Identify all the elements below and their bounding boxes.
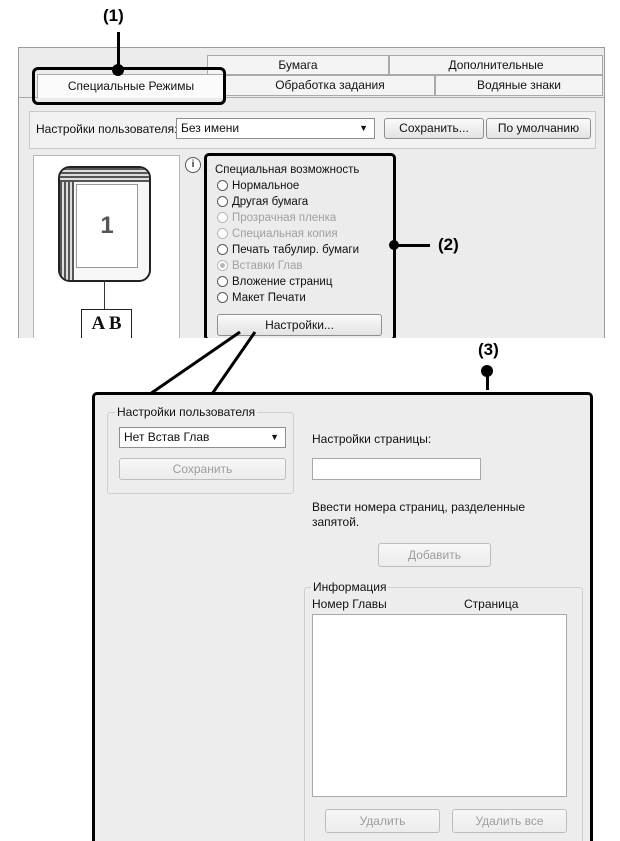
user-settings-select[interactable]: Без имени ▼	[176, 118, 375, 139]
tab-paper[interactable]: Бумага	[207, 55, 389, 75]
tab-advanced[interactable]: Дополнительные	[389, 55, 603, 75]
delete-button[interactable]: Удалить	[325, 809, 440, 833]
radio-tab-paper[interactable]: Печать табулир. бумаги	[217, 242, 359, 258]
page-settings-label: Настройки страницы:	[312, 432, 432, 446]
radio-special-copy: Специальная копия	[217, 226, 338, 242]
radio-print-layout[interactable]: Макет Печати	[217, 290, 306, 306]
default-button[interactable]: По умолчанию	[486, 118, 591, 139]
radio-indicator	[217, 244, 228, 255]
radio-label: Специальная копия	[232, 228, 338, 240]
radio-indicator	[217, 196, 228, 207]
delete-all-button[interactable]: Удалить все	[452, 809, 567, 833]
radio-label: Макет Печати	[232, 292, 306, 304]
book-letters: A B	[91, 313, 122, 334]
zoom-line-right	[210, 331, 257, 395]
front-page: 1	[76, 184, 138, 268]
radio-other-paper[interactable]: Другая бумага	[217, 194, 308, 210]
user-settings-select-value: Без имени	[181, 121, 240, 135]
zoom-line-left	[149, 330, 241, 396]
callout-label-3: (3)	[478, 340, 499, 359]
callout-dot-3	[481, 365, 493, 377]
tab-highlight-frame	[32, 67, 226, 105]
column-page: Страница	[464, 597, 519, 611]
radio-chapter-inserts: Вставки Глав	[217, 258, 303, 274]
radio-label: Нормальное	[232, 180, 300, 192]
radio-label: Вложение страниц	[232, 276, 333, 288]
user-settings-group-title: Настройки пользователя	[115, 405, 258, 419]
radio-indicator	[217, 276, 228, 287]
add-button[interactable]: Добавить	[378, 543, 491, 567]
special-feature-title: Специальная возможность	[215, 164, 360, 176]
radio-label: Печать табулир. бумаги	[232, 244, 360, 256]
radio-page-interleave[interactable]: Вложение страниц	[217, 274, 332, 290]
radio-normal[interactable]: Нормальное	[217, 178, 299, 194]
chevron-down-icon: ▼	[359, 123, 368, 133]
radio-label: Вставки Глав	[232, 260, 303, 272]
chapter-list[interactable]	[312, 614, 567, 797]
special-feature-group: Специальная возможность Нормальное Друга…	[204, 153, 396, 338]
connector-line	[104, 280, 105, 310]
user-settings-group	[107, 412, 294, 494]
chapter-preset-select[interactable]: Нет Встав Глав ▼	[119, 427, 286, 448]
tab-job-handling[interactable]: Обработка задания	[225, 75, 435, 96]
book-icon: A B	[81, 309, 132, 338]
callout-dot-2	[389, 240, 399, 250]
radio-transparency: Прозрачная пленка	[217, 210, 336, 226]
preview-panel: 1 A B	[33, 155, 180, 338]
callout-leader-2	[394, 244, 430, 247]
user-settings-label: Настройки пользователя:	[36, 122, 178, 136]
page-numbers-hint: Ввести номера страниц, разделенные запят…	[312, 500, 526, 529]
tab-watermarks[interactable]: Водяные знаки	[435, 75, 603, 96]
info-icon[interactable]: i	[185, 157, 201, 173]
save-button[interactable]: Сохранить...	[384, 118, 484, 139]
page-shadow-top	[60, 168, 149, 182]
radio-indicator	[217, 212, 228, 223]
chapter-save-button[interactable]: Сохранить	[119, 458, 286, 480]
information-title: Информация	[311, 580, 389, 594]
special-feature-list: Нормальное Другая бумага Прозрачная плен…	[217, 178, 387, 308]
radio-label: Прозрачная пленка	[232, 212, 337, 224]
radio-indicator	[217, 228, 228, 239]
settings-button[interactable]: Настройки...	[217, 314, 382, 336]
radio-indicator	[217, 292, 228, 303]
radio-indicator	[217, 180, 228, 191]
radio-label: Другая бумага	[232, 196, 309, 208]
page-stack-icon: 1	[58, 166, 151, 282]
column-chapter-number: Номер Главы	[312, 597, 387, 611]
chevron-down-icon: ▼	[270, 432, 279, 442]
page-numbers-input[interactable]	[312, 458, 481, 480]
page-number-label: 1	[100, 212, 114, 239]
chapter-inserts-panel: Настройки пользователя Нет Встав Глав ▼ …	[92, 392, 593, 841]
callout-label-1: (1)	[103, 6, 124, 25]
callout-label-2: (2)	[438, 235, 459, 254]
page-shadow-left	[60, 168, 74, 280]
chapter-preset-value: Нет Встав Глав	[124, 430, 210, 444]
radio-indicator	[217, 260, 228, 271]
